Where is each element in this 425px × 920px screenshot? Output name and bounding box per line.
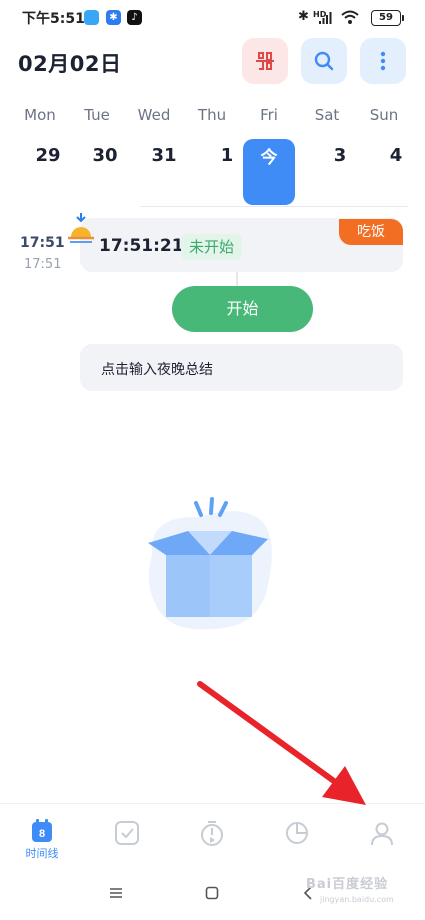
weekday-label: Fri xyxy=(260,106,278,124)
day-number[interactable]: 1 xyxy=(207,145,247,166)
task-time: 17:51:21 xyxy=(99,236,184,256)
timeline-end-time: 17:51 xyxy=(24,257,62,272)
watermark: Bai百度经验 xyxy=(306,877,389,892)
checkbox-icon xyxy=(115,821,139,845)
weekday-label: Mon xyxy=(24,106,56,124)
day-number[interactable]: 31 xyxy=(144,145,184,166)
nav-stats[interactable] xyxy=(279,815,315,851)
nav-profile[interactable] xyxy=(364,815,400,851)
system-home-button[interactable] xyxy=(200,880,224,906)
timer-icon xyxy=(201,821,223,846)
nav-tasks[interactable] xyxy=(109,815,145,851)
weekday-label: Sat xyxy=(314,106,340,124)
day-number[interactable]: 3 xyxy=(320,145,360,166)
app-notification-icon xyxy=(84,10,99,25)
page-title[interactable]: 02月02日 xyxy=(18,48,121,78)
tiktok-icon: ♪ xyxy=(127,10,142,25)
system-menu-button[interactable] xyxy=(104,880,128,906)
status-time: 下午5:51 xyxy=(22,11,85,27)
more-vertical-icon xyxy=(380,51,386,71)
week-divider xyxy=(140,206,408,207)
bluetooth-app-icon: ✱ xyxy=(106,10,121,25)
cell-signal-icon xyxy=(319,12,332,24)
nav-timeline[interactable]: 8 xyxy=(24,813,60,849)
day-number[interactable]: 29 xyxy=(28,145,68,166)
layout-toggle-icon xyxy=(256,52,274,70)
day-number[interactable]: 30 xyxy=(85,145,125,166)
calendar-icon: 8 xyxy=(32,819,52,842)
start-button[interactable]: 开始 xyxy=(172,286,313,332)
sunrise-icon xyxy=(68,213,94,243)
empty-box-illustration xyxy=(148,497,272,630)
more-button[interactable] xyxy=(360,38,406,84)
home-square-icon xyxy=(205,886,219,900)
task-category-tag[interactable]: 吃饭 xyxy=(339,219,403,245)
timeline-time: 17:51 xyxy=(20,235,65,251)
status-badge: 未开始 xyxy=(181,234,243,260)
bluetooth-icon: ✱ xyxy=(298,9,309,24)
nav-label-timeline[interactable]: 时间线 xyxy=(22,845,62,861)
day-number-today[interactable]: 今 xyxy=(243,143,295,168)
calendar-badge: 8 xyxy=(39,828,45,840)
weekday-label: Thu xyxy=(197,106,227,124)
annotation-arrow xyxy=(197,681,366,805)
search-button[interactable] xyxy=(301,38,347,84)
day-number[interactable]: 4 xyxy=(376,145,416,166)
night-summary-placeholder: 点击输入夜晚总结 xyxy=(101,362,213,378)
watermark-url: jingyan.baidu.com xyxy=(320,895,394,904)
weekday-label: Tue xyxy=(84,106,110,124)
layout-toggle-button[interactable] xyxy=(242,38,288,84)
menu-icon xyxy=(110,888,122,898)
battery-indicator: 59 xyxy=(371,10,404,26)
pie-chart-icon xyxy=(286,822,308,844)
nav-timer[interactable] xyxy=(194,815,230,851)
profile-icon xyxy=(371,822,393,846)
timeline-connector xyxy=(236,272,238,286)
weekday-label: Sun xyxy=(369,106,399,124)
weekday-label: Wed xyxy=(137,106,171,124)
search-icon xyxy=(314,51,334,71)
wifi-icon xyxy=(341,10,359,24)
